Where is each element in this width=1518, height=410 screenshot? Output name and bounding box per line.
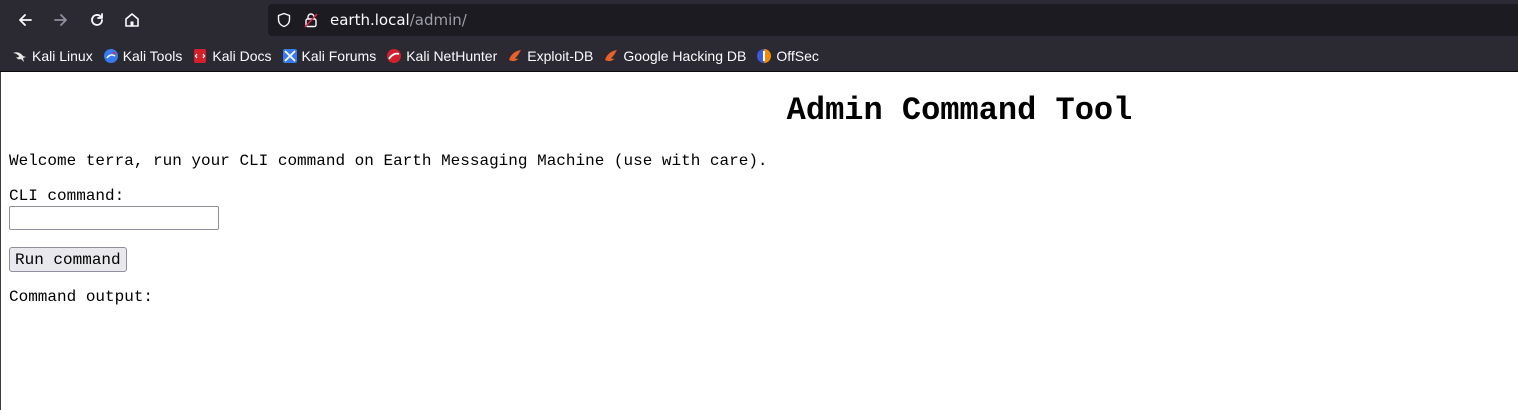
bookmark-label: Kali Docs (212, 48, 272, 64)
kali-forums-icon (282, 49, 297, 63)
bookmark-kali-tools[interactable]: Kali Tools (103, 44, 183, 68)
welcome-message: Welcome terra, run your CLI command on E… (9, 152, 768, 170)
bookmark-google-hacking-db[interactable]: Google Hacking DB (603, 44, 746, 68)
exploit-db-icon (509, 50, 522, 62)
bookmark-label: Google Hacking DB (623, 48, 747, 64)
offsec-icon (757, 49, 772, 63)
insecure-lock-icon[interactable] (303, 12, 319, 28)
browser-chrome: earth.local/admin/ Kali Linux Kali Tools… (0, 0, 1518, 72)
bookmark-label: Kali Forums (301, 48, 377, 64)
kali-dragon-icon (13, 52, 26, 62)
bookmark-label: Exploit-DB (527, 48, 594, 64)
back-arrow-icon (19, 14, 32, 26)
navigation-bar: earth.local/admin/ (0, 0, 1518, 40)
bookmark-kali-linux[interactable]: Kali Linux (12, 44, 93, 68)
command-output-label: Command output: (9, 288, 154, 306)
back-button[interactable] (13, 8, 37, 32)
bookmark-offsec[interactable]: OffSec (756, 44, 819, 68)
bookmark-label: Kali Linux (32, 48, 93, 64)
address-bar[interactable]: earth.local/admin/ (268, 4, 1518, 36)
url-host: earth.local (330, 11, 410, 29)
home-button[interactable] (120, 8, 144, 32)
bookmarks-toolbar: Kali Linux Kali Tools Kali Docs Kali For… (0, 40, 1518, 72)
bookmark-exploit-db[interactable]: Exploit-DB (507, 44, 593, 68)
run-command-button[interactable]: Run command (9, 247, 127, 272)
forward-arrow-icon (54, 14, 67, 26)
bookmark-label: Kali Tools (122, 48, 183, 64)
reload-button[interactable] (85, 8, 109, 32)
google-hacking-db-icon (605, 50, 618, 62)
kali-nethunter-icon (387, 49, 402, 63)
home-icon (125, 13, 139, 27)
bookmark-label: Kali NetHunter (406, 48, 498, 64)
page-viewport: Admin Command Tool Welcome terra, run yo… (0, 72, 1518, 410)
forward-button[interactable] (49, 8, 73, 32)
shield-icon[interactable] (276, 12, 292, 28)
reload-icon (91, 13, 103, 26)
bookmark-kali-nethunter[interactable]: Kali NetHunter (386, 44, 497, 68)
bookmark-kali-forums[interactable]: Kali Forums (282, 44, 377, 68)
bookmark-label: OffSec (776, 48, 819, 64)
cli-command-label: CLI command: (9, 187, 125, 205)
cli-command-input[interactable] (9, 206, 219, 230)
page-title: Admin Command Tool (786, 92, 1133, 129)
kali-tools-icon (103, 49, 118, 63)
bookmark-kali-docs[interactable]: Kali Docs (192, 44, 272, 68)
url-path: /admin/ (409, 11, 467, 29)
kali-docs-icon (194, 49, 207, 63)
url-text[interactable]: earth.local/admin/ (330, 4, 467, 36)
admin-page: Admin Command Tool Welcome terra, run yo… (1, 72, 1518, 306)
